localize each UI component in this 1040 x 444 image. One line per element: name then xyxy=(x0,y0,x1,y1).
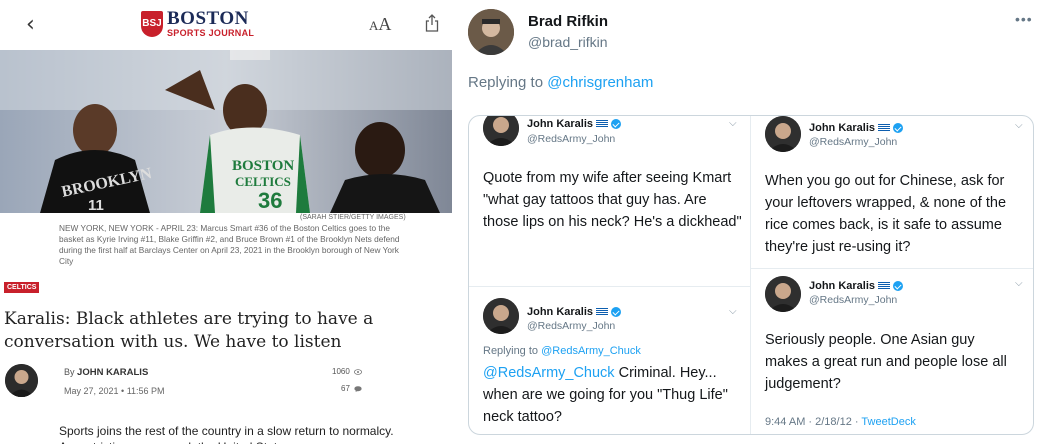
replying-prefix: Replying to xyxy=(468,74,544,91)
quoted-avatar xyxy=(483,116,519,146)
greek-flag-icon xyxy=(878,282,891,291)
quoted-avatar xyxy=(765,116,801,152)
quoted-tweet-text: @RedsArmy_Chuck Criminal. Hey... when ar… xyxy=(483,362,745,428)
comment-count-value: 67 xyxy=(341,384,350,393)
quoted-author-name-text: John Karalis xyxy=(809,122,876,134)
avatar[interactable] xyxy=(468,9,514,55)
tweet-panel: Brad Rifkin @brad_rifkin ••• Replying to… xyxy=(452,0,1040,444)
byline: By JOHN KARALIS xyxy=(64,367,148,378)
photo-credit: (SARAH STIER/GETTY IMAGES) xyxy=(300,214,406,221)
quoted-author-name-text: John Karalis xyxy=(809,280,876,292)
author-avatar[interactable] xyxy=(5,364,38,397)
text-size-button[interactable]: AA xyxy=(369,14,391,35)
quoted-reply-link: @RedsArmy_Chuck xyxy=(541,345,641,357)
article-photo: BROOKLYN 11 BOSTON CELTICS 36 xyxy=(0,50,452,213)
verified-icon xyxy=(611,119,622,130)
more-options-icon[interactable]: ••• xyxy=(1015,11,1033,27)
text-size-small: A xyxy=(369,18,379,33)
quoted-author-handle: @RedsArmy_John xyxy=(527,320,616,332)
greek-flag-icon xyxy=(596,308,609,317)
chevron-down-icon: ⌵ xyxy=(1015,278,1023,289)
replying-to-link[interactable]: @chrisgrenham xyxy=(547,74,653,91)
chevron-left-icon[interactable]: ‹ xyxy=(26,12,35,37)
eye-icon xyxy=(354,369,363,375)
quoted-author-name: John Karalis xyxy=(527,306,622,318)
chevron-down-icon: ⌵ xyxy=(729,306,737,317)
article-body: Sports joins the rest of the country in … xyxy=(59,424,394,444)
comment-count[interactable]: 67 xyxy=(341,384,362,393)
byline-prefix: By xyxy=(64,367,75,377)
quoted-reply-prefix: Replying to xyxy=(483,345,539,357)
tweet-author-name[interactable]: Brad Rifkin xyxy=(528,13,608,30)
logo-line1: BOSTON xyxy=(167,8,249,29)
replying-to: Replying to @chrisgrenham xyxy=(468,74,653,91)
article-headline: Karalis: Black athletes are trying to ha… xyxy=(4,309,374,352)
chevron-down-icon: ⌵ xyxy=(729,118,737,129)
quoted-replying-to: Replying to @RedsArmy_Chuck xyxy=(483,345,641,357)
quoted-author-name-text: John Karalis xyxy=(527,306,594,318)
horizontal-divider xyxy=(751,268,1033,269)
quoted-author-handle: @RedsArmy_John xyxy=(527,133,616,145)
category-tag[interactable]: CELTICS xyxy=(4,282,40,293)
greek-flag-icon xyxy=(596,120,609,129)
quoted-author-handle: @RedsArmy_John xyxy=(809,294,898,306)
view-count-value: 1060 xyxy=(332,367,350,376)
logo-line2: SPORTS JOURNAL xyxy=(167,28,255,38)
quoted-tweet-text: Seriously people. One Asian guy makes a … xyxy=(765,332,1007,392)
photo-caption: NEW YORK, NEW YORK - APRIL 23: Marcus Sm… xyxy=(59,223,400,266)
share-icon[interactable] xyxy=(425,14,439,32)
tweet-image[interactable]: John Karalis @RedsArmy_John ⌵ Quote from… xyxy=(468,115,1034,435)
quoted-author-handle: @RedsArmy_John xyxy=(809,136,898,148)
celtics-jersey-number: 36 xyxy=(258,188,282,213)
article-topbar: ‹ BSJ BOSTON SPORTS JOURNAL AA xyxy=(0,0,452,50)
logo-badge: BSJ xyxy=(141,10,163,37)
quoted-avatar xyxy=(483,298,519,334)
text-size-large: A xyxy=(378,14,392,34)
quoted-author-name: John Karalis xyxy=(809,122,904,134)
celtics-jersey-text2: CELTICS xyxy=(235,174,291,189)
greek-flag-icon xyxy=(878,124,891,133)
quoted-tweet-meta: 9:44 AM · 2/18/12 · TweetDeck xyxy=(765,416,916,428)
quoted-avatar xyxy=(765,276,801,312)
quoted-tweet-text: Quote from my wife after seeing Kmart "w… xyxy=(483,170,742,230)
verified-icon xyxy=(611,307,622,318)
publish-date: May 27, 2021 • 11:56 PM xyxy=(64,386,165,396)
comment-icon xyxy=(354,386,362,392)
quoted-author-name-text: John Karalis xyxy=(527,118,594,130)
article-panel: ‹ BSJ BOSTON SPORTS JOURNAL AA BROOKLYN … xyxy=(0,0,452,444)
quoted-tweet-text: When you go out for Chinese, ask for you… xyxy=(765,173,1007,255)
horizontal-divider xyxy=(469,286,750,287)
quoted-tweet-source: TweetDeck xyxy=(861,416,916,428)
mention-link: @RedsArmy_Chuck xyxy=(483,365,615,381)
brooklyn-jersey-number: 11 xyxy=(88,197,104,213)
quoted-tweet-time: 9:44 AM · 2/18/12 · xyxy=(765,416,859,428)
verified-icon xyxy=(893,123,904,134)
chevron-down-icon: ⌵ xyxy=(1015,120,1023,131)
celtics-jersey-text: BOSTON xyxy=(232,158,294,174)
vertical-divider xyxy=(750,116,751,434)
tweet-author-handle[interactable]: @brad_rifkin xyxy=(528,34,608,50)
quoted-author-name: John Karalis xyxy=(809,280,904,292)
quoted-author-name: John Karalis xyxy=(527,118,622,130)
author-name[interactable]: JOHN KARALIS xyxy=(77,367,148,378)
site-logo[interactable]: BSJ BOSTON SPORTS JOURNAL xyxy=(141,9,254,38)
view-count: 1060 xyxy=(332,367,363,376)
verified-icon xyxy=(893,281,904,292)
